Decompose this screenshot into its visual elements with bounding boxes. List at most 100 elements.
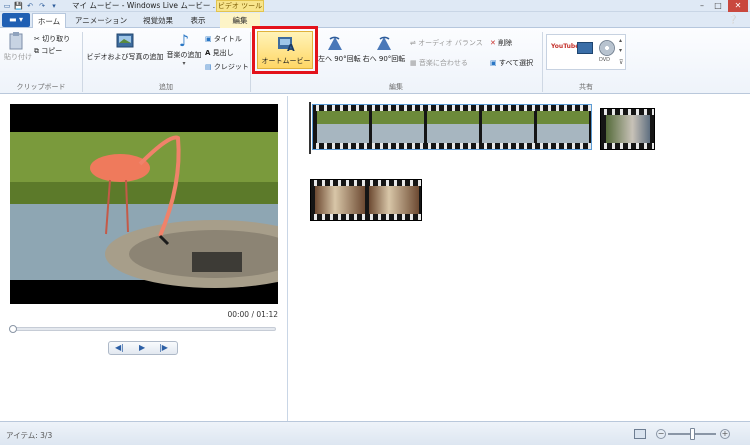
rotate-left-label: 左へ 90°回転	[318, 55, 361, 63]
title-button[interactable]: ▣ タイトル	[205, 34, 242, 44]
undo-icon[interactable]: ↶	[26, 2, 34, 10]
copy-icon: ⧉	[34, 47, 39, 55]
tab-visual-effects[interactable]: 視覚効果	[136, 13, 180, 28]
context-tab-video-tools: ビデオ ツール	[216, 0, 264, 12]
rotate-left-button[interactable]: 左へ 90°回転	[318, 34, 361, 64]
next-frame-icon[interactable]: |▶︎	[159, 343, 168, 352]
paste-label: 貼り付け	[4, 53, 32, 61]
group-label-add: 追加	[159, 83, 173, 91]
title-icon: ▣	[205, 35, 212, 43]
redo-icon[interactable]: ↷	[38, 2, 46, 10]
group-label-edit: 編集	[389, 83, 403, 91]
add-music-button[interactable]: ♪ 音楽の追加 ▾	[166, 31, 202, 68]
credit-label: クレジット	[213, 63, 249, 71]
delete-icon: ✕	[490, 39, 496, 47]
caption-button[interactable]: A 見出し	[205, 48, 234, 58]
gallery-expand-icon[interactable]: ⊽	[619, 59, 623, 66]
audio-balance-icon: ⇌	[410, 39, 416, 47]
dvd-label: DVD	[599, 57, 611, 63]
minimize-button[interactable]: –	[694, 0, 710, 12]
prev-frame-icon[interactable]: ◀︎|	[115, 343, 124, 352]
select-all-label: すべて選択	[498, 59, 534, 67]
audio-balance-label: オーディオ バランス	[418, 39, 483, 47]
qat-dropdown-icon[interactable]: ▾	[50, 2, 58, 10]
add-media-button[interactable]: ビデオおよび写真の追加	[86, 32, 164, 62]
share-gallery: YouTube DVD ▴ ▾ ⊽	[546, 34, 626, 70]
paste-button[interactable]: 貼り付け	[4, 32, 32, 62]
dvd-icon[interactable]	[599, 40, 615, 56]
clip-portrait[interactable]	[600, 108, 655, 150]
copy-button[interactable]: ⧉ コピー	[34, 46, 62, 56]
movie-maker-window: ▭ 💾 ↶ ↷ ▾ マイ ムービー - Windows Live ムービー ..…	[0, 0, 750, 445]
zoom-in-icon[interactable]: +	[720, 429, 730, 439]
rotate-right-label: 右へ 90°回転	[362, 55, 406, 63]
caption-label: 見出し	[212, 49, 234, 57]
gallery-scroll-down-icon[interactable]: ▾	[619, 47, 622, 54]
close-button[interactable]: ✕	[728, 0, 748, 12]
fit-music-icon: ▦	[410, 59, 417, 67]
add-music-dropdown-icon[interactable]: ▾	[166, 60, 202, 67]
clip-flamingo[interactable]	[312, 104, 592, 150]
tab-animation[interactable]: アニメーション	[70, 13, 132, 28]
seek-thumb[interactable]	[9, 325, 17, 333]
status-bar: アイテム: 3/3 − +	[0, 421, 750, 445]
app-icon: ▭	[3, 2, 11, 10]
seek-bar[interactable]	[9, 325, 276, 333]
credit-icon: ▤	[205, 63, 212, 71]
item-count: アイテム: 3/3	[6, 431, 53, 440]
film-perforation	[311, 214, 421, 220]
monitor-icon[interactable]	[577, 42, 593, 54]
playhead-cursor[interactable]	[309, 102, 311, 154]
zoom-out-icon[interactable]: −	[656, 429, 666, 439]
fit-music-label: 音楽に合わせる	[418, 59, 468, 67]
add-media-label: ビデオおよび写真の追加	[86, 53, 164, 61]
group-label-share: 共有	[579, 83, 593, 91]
maximize-button[interactable]: □	[710, 0, 726, 12]
film-perforation	[313, 143, 591, 149]
add-music-label: 音楽の追加	[166, 51, 202, 59]
automovie-button-highlight[interactable]: A オートムービー	[252, 26, 318, 74]
cut-label: 切り取り	[42, 35, 71, 43]
delete-label: 削除	[498, 39, 513, 47]
ribbon: 貼り付け ✂ 切り取り ⧉ コピー クリップボード ビデオおよび写真の追加 ♪ …	[0, 28, 750, 94]
video-preview[interactable]	[10, 104, 278, 304]
title-label: タイトル	[213, 35, 242, 43]
flamingo-preview-image	[10, 104, 278, 304]
clip-meerkats[interactable]	[310, 179, 422, 221]
clip-frame	[369, 186, 419, 214]
select-all-button[interactable]: ▣ すべて選択	[490, 58, 533, 68]
credit-button[interactable]: ▤ クレジット	[205, 62, 249, 72]
automovie-label: オートムービー	[261, 57, 311, 65]
title-bar: ▭ 💾 ↶ ↷ ▾ マイ ムービー - Windows Live ムービー ..…	[0, 0, 750, 12]
rotate-right-button[interactable]: 右へ 90°回転	[362, 34, 406, 64]
save-icon[interactable]: 💾	[14, 2, 23, 10]
caption-icon: A	[205, 49, 211, 57]
cut-button[interactable]: ✂ 切り取り	[34, 34, 70, 44]
gallery-scroll-up-icon[interactable]: ▴	[619, 37, 622, 44]
fit-music-button[interactable]: ▦ 音楽に合わせる	[410, 58, 468, 68]
rotate-right-icon	[377, 36, 391, 50]
window-title: マイ ムービー - Windows Live ムービー ...	[72, 1, 220, 10]
clip-frame	[482, 111, 534, 143]
automovie-icon: A	[278, 37, 295, 52]
music-note-icon: ♪	[178, 31, 190, 50]
clip-frame	[427, 111, 479, 143]
help-icon[interactable]: ❔	[728, 15, 738, 24]
app-menu-button[interactable]: ▬ ▾	[2, 13, 30, 27]
clip-frame	[606, 115, 650, 143]
thumbnail-view-icon[interactable]	[634, 429, 646, 439]
youtube-icon[interactable]: YouTube	[551, 43, 580, 50]
playback-controls: ◀︎| ▶︎ |▶︎	[108, 341, 178, 355]
zoom-slider-thumb[interactable]	[690, 428, 695, 440]
time-readout: 00:00 / 01:12	[227, 310, 278, 319]
automovie-button[interactable]: A オートムービー	[257, 31, 313, 69]
clip-frame	[315, 186, 365, 214]
audio-balance-button[interactable]: ⇌ オーディオ バランス	[410, 38, 483, 48]
paste-icon	[9, 32, 23, 50]
play-icon[interactable]: ▶︎	[139, 343, 145, 352]
film-perforation	[601, 143, 654, 149]
clip-frame	[372, 111, 424, 143]
tab-home[interactable]: ホーム	[32, 13, 66, 29]
delete-button[interactable]: ✕ 削除	[490, 38, 512, 48]
tab-view[interactable]: 表示	[184, 13, 212, 28]
